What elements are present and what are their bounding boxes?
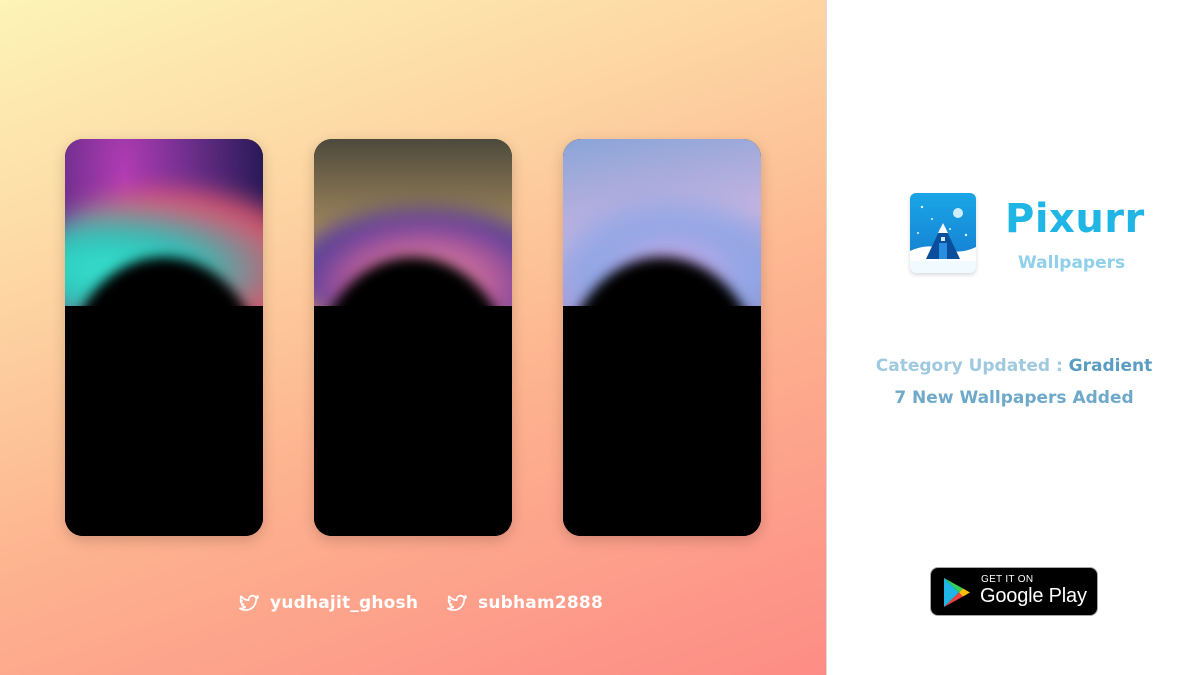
app-subtitle: Wallpapers xyxy=(1018,253,1126,273)
category-label: Category Updated : xyxy=(875,356,1069,376)
pixurr-app-icon xyxy=(910,193,976,273)
twitter-handles: yudhajit_ghosh subham2888 xyxy=(0,592,826,616)
twitter-bird-icon xyxy=(447,594,467,611)
promo-banner: yudhajit_ghosh subham2888 Pixurr Wallpap… xyxy=(0,0,1200,675)
google-play-badge[interactable]: GET IT ON Google Play xyxy=(930,567,1098,616)
wallpaper-preview-3[interactable] xyxy=(563,139,761,536)
twitter-bird-icon xyxy=(239,594,259,611)
twitter-handle-text: subham2888 xyxy=(478,593,603,613)
twitter-handle-1[interactable]: yudhajit_ghosh xyxy=(238,592,418,614)
info-panel: Pixurr Wallpapers Category Updated : Gra… xyxy=(826,0,1200,675)
category-update-line: Category Updated : Gradient xyxy=(827,356,1200,376)
wallpaper-preview-2[interactable] xyxy=(314,139,512,536)
badge-big-text: Google Play xyxy=(980,585,1087,607)
app-title: Pixurr xyxy=(1005,196,1145,242)
category-value: Gradient xyxy=(1068,356,1153,376)
twitter-handle-text: yudhajit_ghosh xyxy=(270,593,419,613)
google-play-icon xyxy=(944,578,970,607)
wallpaper-preview-1[interactable] xyxy=(65,139,263,536)
new-wallpapers-count: 7 New Wallpapers Added xyxy=(894,388,1134,408)
badge-small-text: GET IT ON xyxy=(981,574,1034,585)
cabin-icon xyxy=(910,205,976,273)
wallpaper-showcase: yudhajit_ghosh subham2888 xyxy=(0,0,826,675)
twitter-handle-2[interactable]: subham2888 xyxy=(446,592,603,614)
